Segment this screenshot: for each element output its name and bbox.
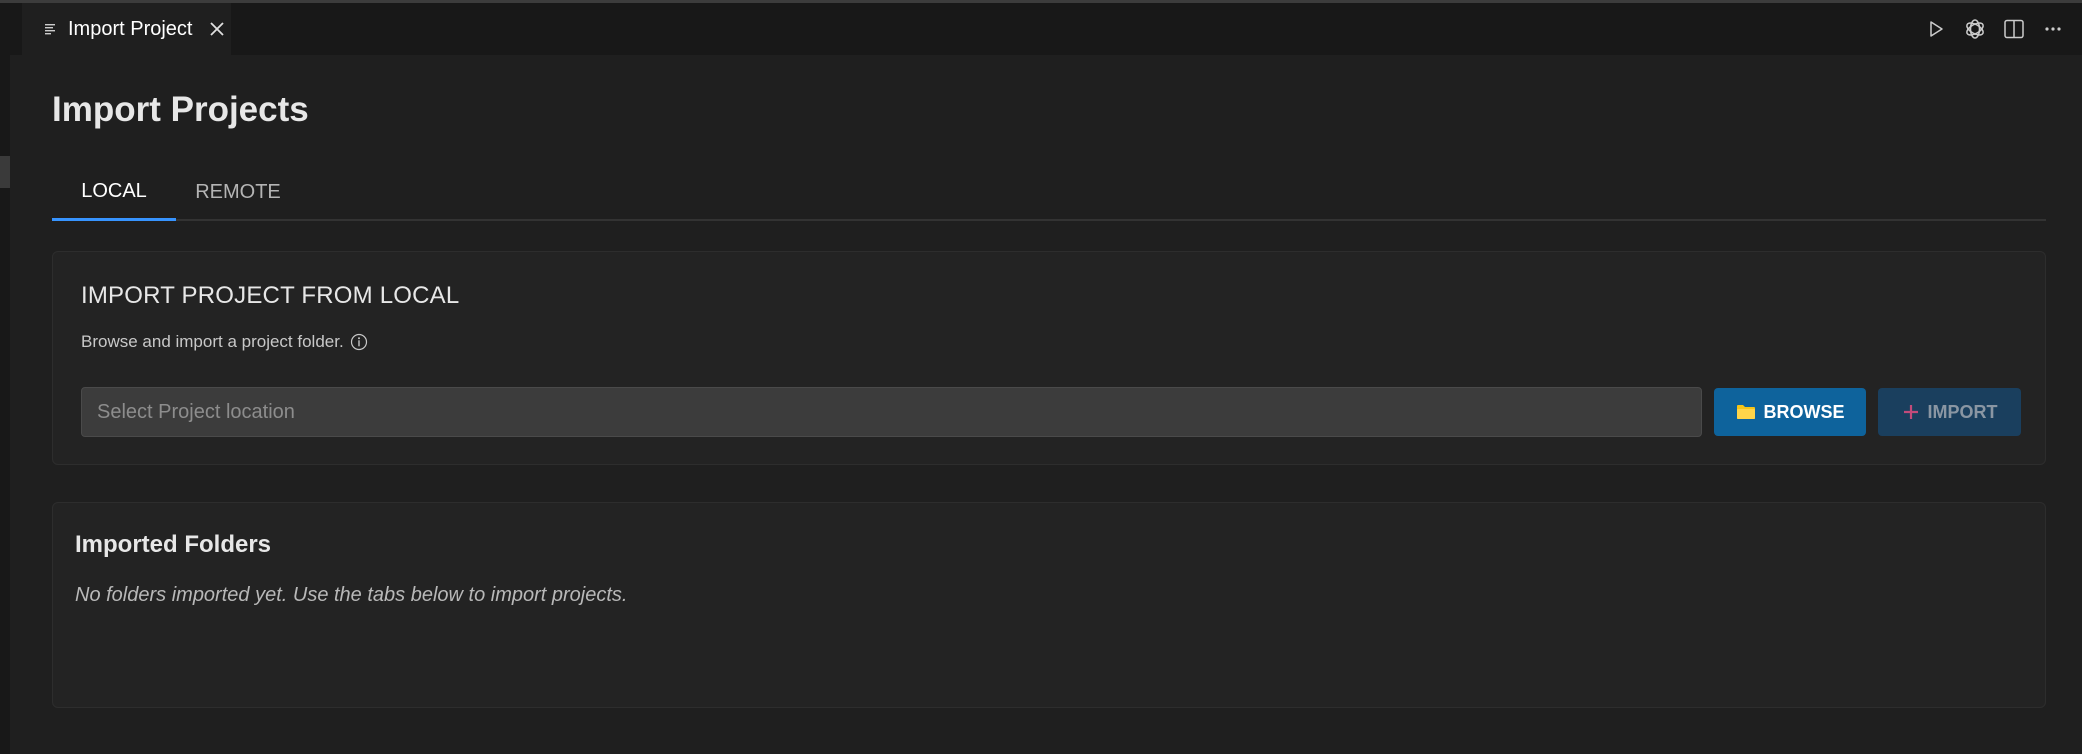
editor-tab-label: Import Project [68,17,193,40]
folder-icon [1736,403,1756,421]
source-tabs: LOCAL REMOTE [52,165,2046,221]
preview-lines-icon [44,22,58,36]
activity-edge [0,3,10,754]
openai-logo-icon[interactable] [1962,16,1988,42]
imported-folders-title: Imported Folders [75,531,272,558]
browse-button[interactable]: BROWSE [1714,388,1866,436]
split-editor-icon[interactable] [2001,16,2027,42]
imported-folders-panel: Imported Folders No folders imported yet… [52,502,2046,708]
import-local-description: Browse and import a project folder. [81,332,368,352]
import-local-title: IMPORT PROJECT FROM LOCAL [81,282,460,309]
tab-local[interactable]: LOCAL [52,165,176,221]
close-icon[interactable] [206,18,228,40]
description-text: Browse and import a project folder. [81,332,344,351]
import-button-label: IMPORT [1927,401,1998,422]
editor-window: Import Project Import Projects LOCAL REM… [0,0,2082,754]
browse-button-label: BROWSE [1763,401,1845,422]
sash-marker[interactable] [0,156,10,188]
editor-actions [1910,3,2082,55]
editor-tab-bar: Import Project [10,3,2082,55]
page-title: Import Projects [52,90,309,129]
editor-tab-import-project[interactable]: Import Project [22,3,231,55]
empty-state-message: No folders imported yet. Use the tabs be… [75,584,628,606]
tab-remote[interactable]: REMOTE [176,165,300,219]
play-icon[interactable] [1923,16,1949,42]
ellipsis-icon[interactable] [2040,16,2066,42]
info-icon[interactable] [350,333,368,351]
project-location-input[interactable] [81,387,1702,437]
import-local-panel: IMPORT PROJECT FROM LOCAL Browse and imp… [52,251,2046,465]
plus-icon [1902,403,1920,421]
import-button[interactable]: IMPORT [1878,388,2021,436]
